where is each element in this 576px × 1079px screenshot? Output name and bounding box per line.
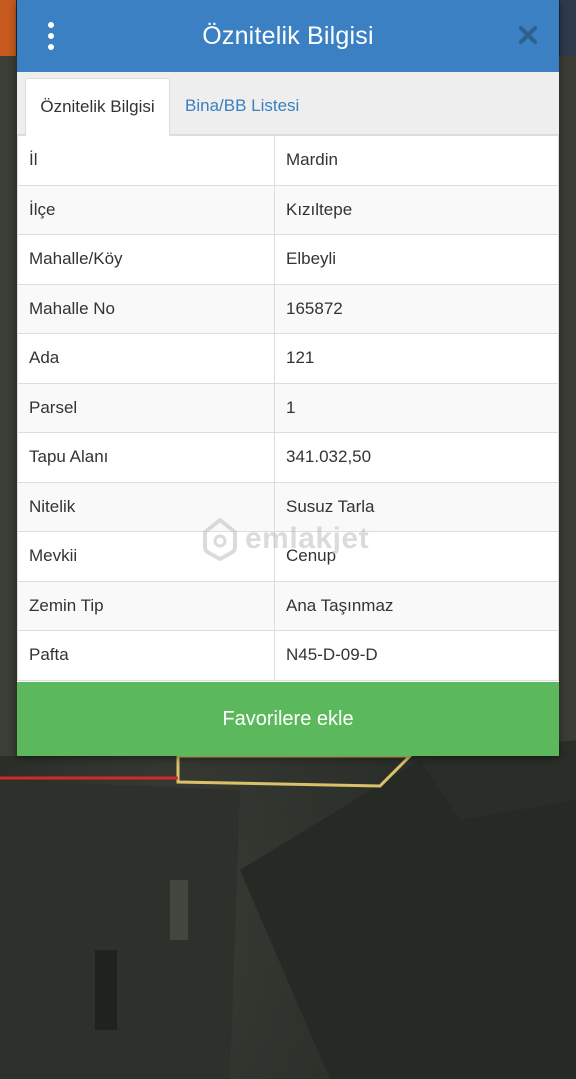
- attribute-row: Pafta N45-D-09-D: [17, 630, 559, 681]
- attribute-value: 341.032,50: [274, 432, 559, 483]
- attribute-value: Kızıltepe: [274, 184, 559, 235]
- attribute-value: 121: [274, 333, 559, 384]
- attribute-value: Susuz Tarla: [274, 481, 559, 532]
- attribute-key: Pafta: [17, 630, 275, 681]
- more-vertical-icon[interactable]: [44, 22, 58, 50]
- attribute-row: İl Mardin: [17, 135, 559, 186]
- attribute-info-dialog: Öznitelik Bilgisi Öznitelik Bilgisi Bina…: [17, 0, 559, 756]
- attribute-key: Mahalle/Köy: [17, 234, 275, 285]
- attribute-value: Elbeyli: [274, 234, 559, 285]
- tab-attribute-info[interactable]: Öznitelik Bilgisi: [25, 78, 170, 136]
- attribute-value: Ana Taşınmaz: [274, 580, 559, 631]
- add-to-favorites-button[interactable]: Favorilere ekle: [17, 682, 559, 756]
- attribute-value: N45-D-09-D: [274, 630, 559, 681]
- attribute-key: Ada: [17, 333, 275, 384]
- dialog-title: Öznitelik Bilgisi: [202, 21, 374, 50]
- attribute-row: Mahalle/Köy Elbeyli: [17, 234, 559, 285]
- tab-building-list[interactable]: Bina/BB Listesi: [185, 78, 299, 134]
- attribute-table: İl Mardin İlçe Kızıltepe Mahalle/Köy Elbeyli M…: [17, 135, 559, 681]
- attribute-key: Mahalle No: [17, 283, 275, 334]
- attribute-value: Mardin: [274, 135, 559, 186]
- attribute-value: 1: [274, 382, 559, 433]
- attribute-row: Mevkii Cenup: [17, 531, 559, 582]
- close-icon[interactable]: [517, 24, 539, 46]
- attribute-row: Tapu Alanı 341.032,50: [17, 432, 559, 483]
- attribute-key: Tapu Alanı: [17, 432, 275, 483]
- attribute-key: Nitelik: [17, 481, 275, 532]
- attribute-row: İlçe Kızıltepe: [17, 184, 559, 235]
- attribute-key: Zemin Tip: [17, 580, 275, 631]
- attribute-key: Parsel: [17, 382, 275, 433]
- attribute-row: Mahalle No 165872: [17, 283, 559, 334]
- attribute-row: Nitelik Susuz Tarla: [17, 481, 559, 532]
- attribute-value: 165872: [274, 283, 559, 334]
- attribute-key: Mevkii: [17, 531, 275, 582]
- attribute-value: Cenup: [274, 531, 559, 582]
- attribute-row: Parsel 1: [17, 382, 559, 433]
- attribute-key: İl: [17, 135, 275, 186]
- attribute-row: Ada 121: [17, 333, 559, 384]
- attribute-key: İlçe: [17, 184, 275, 235]
- dialog-header: Öznitelik Bilgisi: [17, 0, 559, 72]
- attribute-row: Zemin Tip Ana Taşınmaz: [17, 580, 559, 631]
- tab-bar: Öznitelik Bilgisi Bina/BB Listesi: [17, 72, 559, 136]
